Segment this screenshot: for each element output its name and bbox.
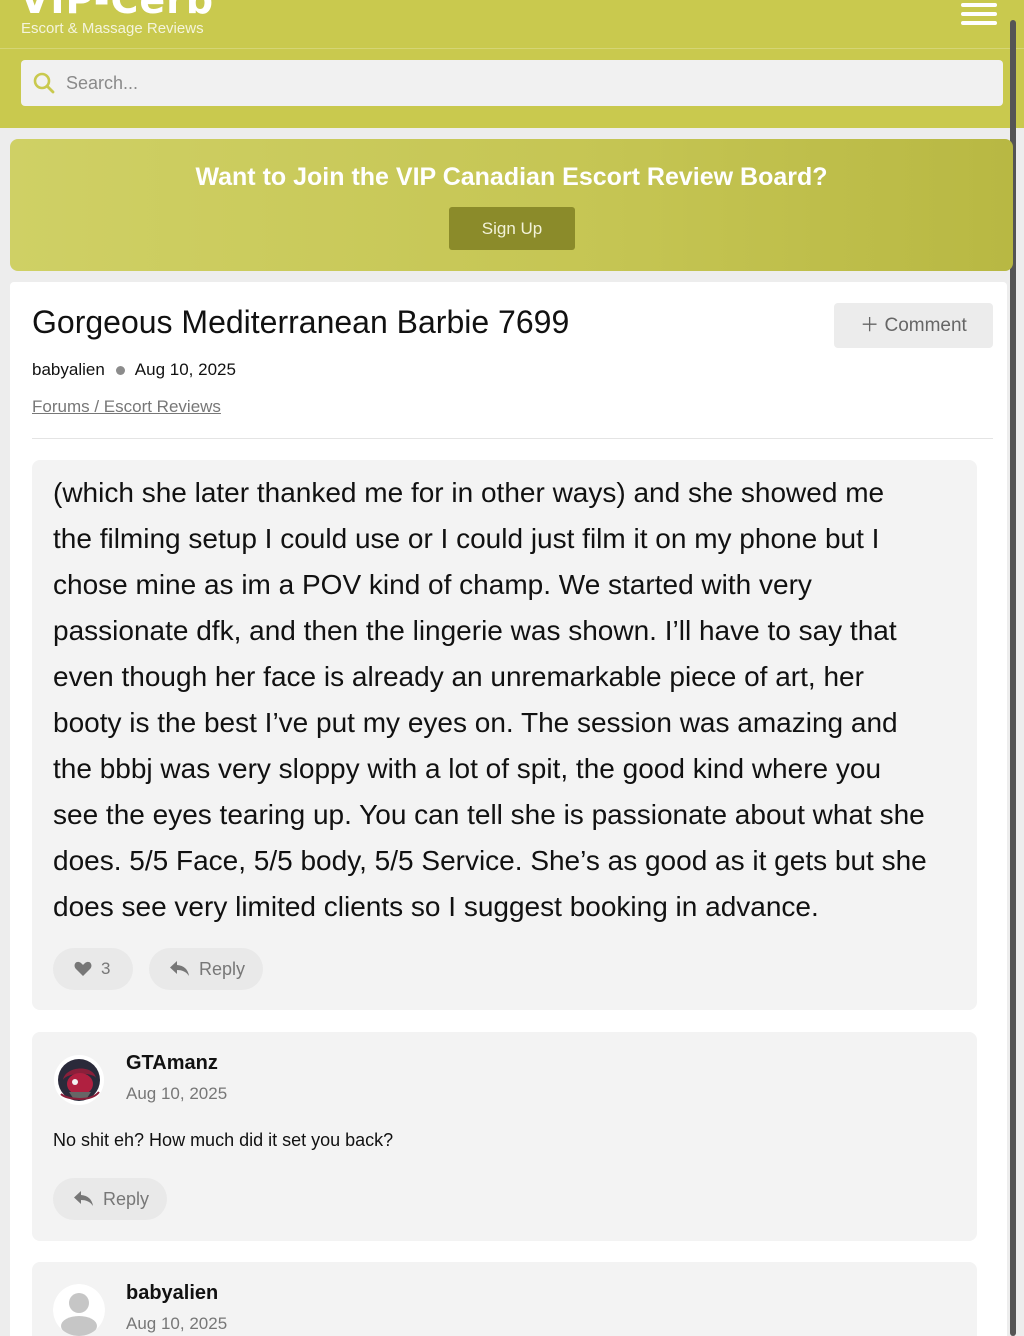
post-line: booty is the best I’ve put my eyes on. T… [53, 707, 898, 738]
search-bar[interactable] [21, 60, 1003, 106]
reply-button[interactable]: Reply [149, 948, 263, 990]
thread-title: Gorgeous Mediterranean Barbie 7699 [32, 304, 570, 340]
post-line: the bbbj was very sloppy with a lot of s… [53, 753, 882, 784]
reply-author[interactable]: GTAmanz [126, 1052, 218, 1075]
post-line: chose mine as im a POV kind of champ. We… [53, 569, 812, 600]
reply-label: Reply [103, 1188, 150, 1209]
banner-title: Want to Join the VIP Canadian Escort Rev… [195, 163, 828, 191]
site-tagline: Escort & Massage Reviews [21, 20, 204, 37]
heart-icon [74, 961, 92, 976]
post-line: see the eyes tearing up. You can tell sh… [53, 799, 925, 830]
thread-meta: babyalien Aug 10, 2025 [32, 360, 236, 380]
post-line: does see very limited clients so I sugge… [53, 891, 819, 922]
reply-author[interactable]: babyalien [126, 1282, 218, 1305]
search-input[interactable] [65, 60, 985, 106]
reply-button[interactable]: Reply [53, 1178, 167, 1220]
post-line: the filming setup I could use or I could… [53, 523, 880, 554]
comment-label: Comment [884, 315, 967, 336]
thread-date: Aug 10, 2025 [134, 360, 236, 379]
reply-arrow-icon [170, 961, 189, 976]
title-divider [32, 438, 993, 439]
reply-text: No shit eh? How much did it set you back… [53, 1130, 394, 1150]
raptors-logo-avatar[interactable] [53, 1054, 105, 1106]
reply-label: Reply [199, 958, 246, 979]
thread-author[interactable]: babyalien [32, 360, 105, 380]
like-count: 3 [101, 959, 111, 978]
sign-up-button[interactable]: Sign Up [449, 207, 575, 250]
default-user-avatar[interactable] [53, 1284, 105, 1336]
signup-banner: Want to Join the VIP Canadian Escort Rev… [10, 139, 1013, 271]
site-logo[interactable]: VIP-Cerb [20, 0, 214, 22]
header-divider [0, 48, 1024, 49]
reply-date: Aug 10, 2025 [126, 1314, 228, 1333]
reply-date: Aug 10, 2025 [126, 1084, 228, 1103]
thread-card: Gorgeous Mediterranean Barbie 7699 ＋ Com… [10, 282, 1007, 1336]
post-reply: GTAmanz Aug 10, 2025 No shit eh? How muc… [32, 1032, 977, 1241]
post-body: (which she later thanked me for in other… [53, 470, 963, 930]
separator-dot [115, 365, 125, 375]
reply-arrow-icon [74, 1191, 93, 1206]
post-reply: babyalien Aug 10, 2025 [32, 1262, 977, 1336]
comment-button[interactable]: ＋ Comment [834, 303, 993, 348]
post-line: passionate dfk, and then the lingerie wa… [53, 615, 897, 646]
post-line: even though her face is already an unrem… [53, 661, 864, 692]
post-review: (which she later thanked me for in other… [32, 460, 977, 1010]
hamburger-menu-icon[interactable] [961, 3, 999, 25]
post-line: (which she later thanked me for in other… [53, 477, 885, 508]
plus-icon: ＋ [860, 315, 880, 336]
search-icon [33, 72, 55, 94]
site-header: VIP-Cerb Escort & Massage Reviews [0, 0, 1024, 128]
breadcrumb[interactable]: Forums / Escort Reviews [32, 397, 221, 417]
post-line: does. 5/5 Face, 5/5 body, 5/5 Service. S… [53, 845, 927, 876]
like-button[interactable]: 3 [53, 948, 133, 990]
